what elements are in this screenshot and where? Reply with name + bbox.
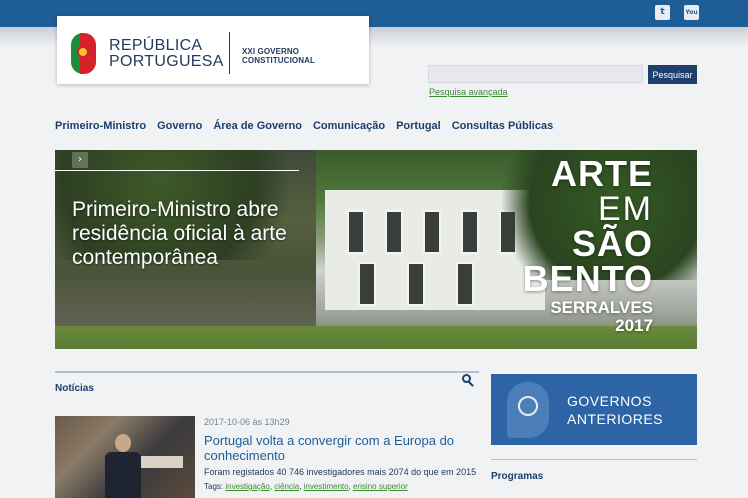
- tag-link[interactable]: investimento: [304, 482, 349, 491]
- advanced-search-link[interactable]: Pesquisa avançada: [429, 87, 508, 97]
- nav-item-primeiro-ministro[interactable]: Primeiro-Ministro: [55, 120, 146, 132]
- tag-link[interactable]: ensino superior: [353, 482, 408, 491]
- previous-governments-label: GOVERNOS ANTERIORES: [567, 393, 664, 427]
- news-date: 2017-10-06 às 13h29: [204, 417, 290, 427]
- youtube-icon[interactable]: You: [684, 5, 699, 20]
- news-divider: [55, 371, 479, 373]
- main-nav: Primeiro-Ministro Governo Área de Govern…: [55, 120, 553, 132]
- hero-art-line: 2017: [615, 316, 653, 335]
- news-image[interactable]: [55, 416, 195, 498]
- nav-item-comunicacao[interactable]: Comunicação: [313, 120, 385, 132]
- hero-art-line: EM: [598, 190, 653, 228]
- search-button[interactable]: Pesquisar: [648, 65, 697, 84]
- government-seal-icon: [507, 382, 549, 438]
- news-tags: Tags: investigação, ciência, investiment…: [204, 482, 408, 491]
- portugal-emblem-icon: [71, 33, 96, 74]
- nav-item-area-de-governo[interactable]: Área de Governo: [213, 120, 302, 132]
- hero-headline[interactable]: Primeiro-Ministro abre residência oficia…: [72, 198, 302, 270]
- hero-banner[interactable]: › Primeiro-Ministro abre residência ofic…: [55, 150, 697, 349]
- programs-divider: [491, 459, 697, 460]
- slider-next-arrow-icon[interactable]: ›: [72, 152, 88, 168]
- hero-art-line: SERRALVES: [550, 298, 653, 317]
- hero-art-line: BENTO: [522, 258, 653, 299]
- programs-title: Programas: [491, 471, 544, 482]
- search-icon[interactable]: [462, 374, 474, 387]
- site-logo[interactable]: REPÚBLICA PORTUGUESA XXI GOVERNO CONSTIT…: [57, 16, 369, 84]
- hero-divider: [55, 170, 299, 171]
- hero-art-line: ARTE: [551, 153, 653, 194]
- nav-item-governo[interactable]: Governo: [157, 120, 202, 132]
- tag-link[interactable]: investigação: [225, 482, 269, 491]
- nav-item-consultas-publicas[interactable]: Consultas Públicas: [452, 120, 553, 132]
- twitter-icon[interactable]: t: [655, 5, 670, 20]
- search-input[interactable]: [428, 65, 643, 83]
- tags-label: Tags:: [204, 482, 224, 491]
- government-label: XXI GOVERNO CONSTITUCIONAL: [242, 47, 315, 65]
- nav-item-portugal[interactable]: Portugal: [396, 120, 441, 132]
- tag-link[interactable]: ciência: [274, 482, 299, 491]
- brand-line-2: PORTUGUESA: [109, 53, 224, 70]
- news-excerpt: Foram registados 40 746 investigadores m…: [204, 467, 477, 477]
- previous-governments-card[interactable]: GOVERNOS ANTERIORES: [491, 374, 697, 445]
- news-headline-link[interactable]: Portugal volta a convergir com a Europa …: [204, 433, 474, 463]
- hero-art-line: SÃO: [571, 223, 653, 264]
- logo-divider: [229, 32, 230, 74]
- news-section-title: Notícias: [55, 383, 94, 394]
